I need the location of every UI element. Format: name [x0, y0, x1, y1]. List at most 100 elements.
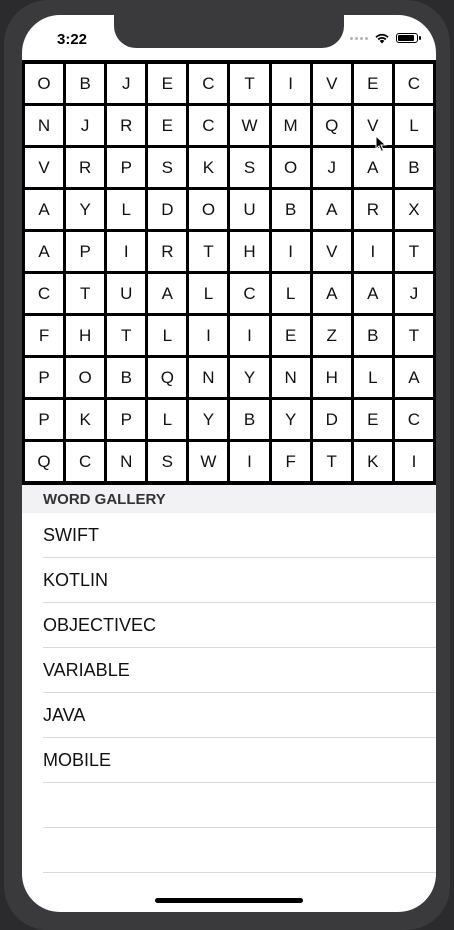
grid-cell[interactable]: P [25, 358, 64, 397]
grid-cell[interactable]: A [25, 190, 64, 229]
grid-cell[interactable]: B [107, 358, 146, 397]
grid-cell[interactable]: T [66, 274, 105, 313]
grid-cell[interactable]: B [394, 148, 433, 187]
grid-cell[interactable]: C [25, 274, 64, 313]
grid-cell[interactable]: F [271, 442, 310, 481]
grid-cell[interactable]: C [189, 106, 228, 145]
grid-cell[interactable]: I [271, 232, 310, 271]
grid-cell[interactable]: E [353, 400, 392, 439]
grid-cell[interactable]: O [25, 64, 64, 103]
grid-cell[interactable]: L [107, 190, 146, 229]
grid-cell[interactable]: N [189, 358, 228, 397]
grid-cell[interactable]: L [271, 274, 310, 313]
word-search-grid[interactable]: OBJECTIVECNJRECWMQVLVRPSKSOJABAYLDOUBARX… [22, 60, 436, 485]
word-list-item[interactable]: JAVA [43, 693, 436, 738]
grid-cell[interactable]: B [353, 316, 392, 355]
grid-cell[interactable]: N [25, 106, 64, 145]
grid-cell[interactable]: H [230, 232, 269, 271]
grid-cell[interactable]: L [394, 106, 433, 145]
grid-cell[interactable]: W [230, 106, 269, 145]
grid-cell[interactable]: A [312, 274, 351, 313]
grid-cell[interactable]: J [312, 148, 351, 187]
grid-cell[interactable]: I [189, 316, 228, 355]
grid-cell[interactable]: C [230, 274, 269, 313]
grid-cell[interactable]: U [230, 190, 269, 229]
grid-cell[interactable]: E [353, 64, 392, 103]
grid-cell[interactable]: T [230, 64, 269, 103]
grid-cell[interactable]: A [394, 358, 433, 397]
grid-cell[interactable]: I [353, 232, 392, 271]
grid-cell[interactable]: S [148, 148, 187, 187]
grid-cell[interactable]: W [189, 442, 228, 481]
grid-cell[interactable]: B [66, 64, 105, 103]
home-indicator[interactable] [155, 898, 303, 903]
word-list-item[interactable]: SWIFT [43, 513, 436, 558]
grid-cell[interactable]: Y [66, 190, 105, 229]
grid-cell[interactable]: P [107, 148, 146, 187]
grid-cell[interactable]: T [312, 442, 351, 481]
grid-cell[interactable]: C [394, 400, 433, 439]
grid-cell[interactable]: I [394, 442, 433, 481]
grid-cell[interactable]: R [107, 106, 146, 145]
grid-cell[interactable]: K [189, 148, 228, 187]
grid-cell[interactable]: A [148, 274, 187, 313]
grid-cell[interactable]: F [25, 316, 64, 355]
grid-cell[interactable]: I [230, 442, 269, 481]
grid-cell[interactable]: C [66, 442, 105, 481]
word-list-item[interactable]: VARIABLE [43, 648, 436, 693]
grid-cell[interactable]: Q [312, 106, 351, 145]
word-list-item[interactable]: KOTLIN [43, 558, 436, 603]
grid-cell[interactable]: B [230, 400, 269, 439]
grid-cell[interactable]: A [353, 274, 392, 313]
grid-cell[interactable]: U [107, 274, 146, 313]
grid-cell[interactable]: A [312, 190, 351, 229]
grid-cell[interactable]: R [148, 232, 187, 271]
grid-cell[interactable]: Q [25, 442, 64, 481]
grid-cell[interactable]: L [148, 400, 187, 439]
grid-cell[interactable]: Z [312, 316, 351, 355]
grid-cell[interactable]: N [107, 442, 146, 481]
word-list-item[interactable]: MOBILE [43, 738, 436, 783]
grid-cell[interactable]: I [107, 232, 146, 271]
grid-cell[interactable]: K [66, 400, 105, 439]
grid-cell[interactable]: L [148, 316, 187, 355]
grid-cell[interactable]: D [312, 400, 351, 439]
grid-cell[interactable]: O [271, 148, 310, 187]
grid-cell[interactable]: H [66, 316, 105, 355]
grid-cell[interactable]: T [394, 232, 433, 271]
grid-cell[interactable]: Y [230, 358, 269, 397]
grid-cell[interactable]: V [25, 148, 64, 187]
grid-cell[interactable]: T [189, 232, 228, 271]
grid-cell[interactable]: I [230, 316, 269, 355]
grid-cell[interactable]: V [312, 64, 351, 103]
grid-cell[interactable]: H [312, 358, 351, 397]
grid-cell[interactable]: J [394, 274, 433, 313]
grid-cell[interactable]: Q [148, 358, 187, 397]
grid-cell[interactable]: C [189, 64, 228, 103]
grid-cell[interactable]: D [148, 190, 187, 229]
grid-cell[interactable]: E [148, 106, 187, 145]
word-list-item[interactable]: OBJECTIVEC [43, 603, 436, 648]
grid-cell[interactable]: B [271, 190, 310, 229]
grid-cell[interactable]: S [148, 442, 187, 481]
grid-cell[interactable]: L [189, 274, 228, 313]
grid-cell[interactable]: P [107, 400, 146, 439]
grid-cell[interactable]: N [271, 358, 310, 397]
grid-cell[interactable]: Y [271, 400, 310, 439]
grid-cell[interactable]: V [312, 232, 351, 271]
grid-cell[interactable]: J [107, 64, 146, 103]
grid-cell[interactable]: A [25, 232, 64, 271]
grid-cell[interactable]: R [66, 148, 105, 187]
grid-cell[interactable]: L [353, 358, 392, 397]
grid-cell[interactable]: C [394, 64, 433, 103]
grid-cell[interactable]: A [353, 148, 392, 187]
grid-cell[interactable]: R [353, 190, 392, 229]
grid-cell[interactable]: T [107, 316, 146, 355]
grid-cell[interactable]: P [25, 400, 64, 439]
grid-cell[interactable]: Y [189, 400, 228, 439]
grid-cell[interactable]: O [189, 190, 228, 229]
grid-cell[interactable]: K [353, 442, 392, 481]
grid-cell[interactable]: M [271, 106, 310, 145]
grid-cell[interactable]: I [271, 64, 310, 103]
grid-cell[interactable]: X [394, 190, 433, 229]
